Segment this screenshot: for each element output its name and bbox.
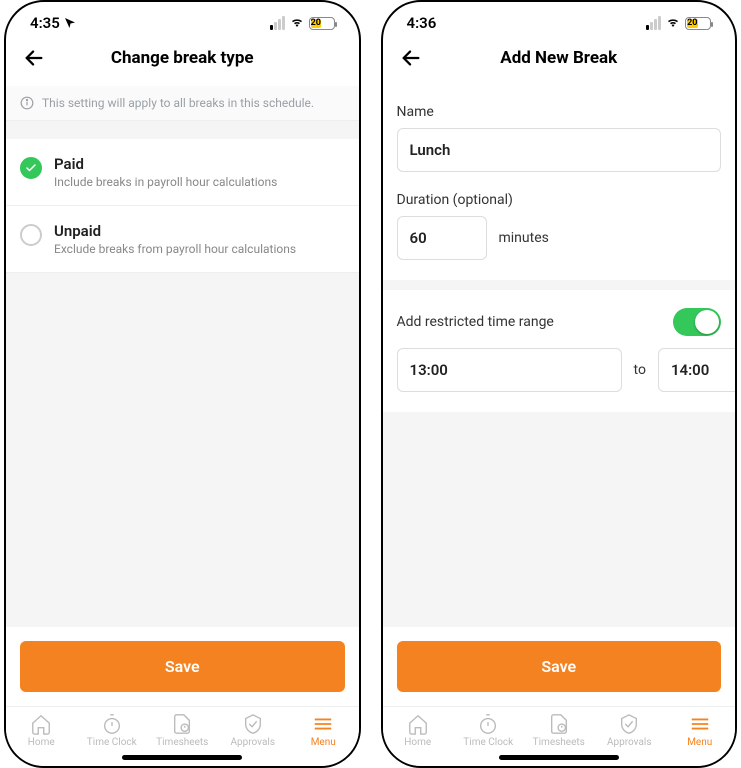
radio-unpaid[interactable] bbox=[20, 224, 42, 246]
save-area: Save bbox=[6, 627, 359, 706]
shield-check-icon bbox=[242, 713, 264, 735]
tab-approvals[interactable]: Approvals bbox=[599, 713, 659, 748]
tab-approvals[interactable]: Approvals bbox=[223, 713, 283, 748]
option-paid-desc: Include breaks in payroll hour calculati… bbox=[54, 175, 277, 189]
tab-menu-label: Menu bbox=[311, 737, 336, 748]
restricted-switch[interactable] bbox=[673, 308, 721, 336]
tab-timesheets-label: Timesheets bbox=[156, 737, 208, 748]
tab-menu[interactable]: Menu bbox=[670, 713, 730, 748]
option-paid[interactable]: Paid Include breaks in payroll hour calc… bbox=[6, 139, 359, 206]
name-section: Name bbox=[383, 86, 736, 192]
save-button[interactable]: Save bbox=[397, 641, 722, 692]
timesheet-icon bbox=[548, 713, 570, 735]
page-title: Change break type bbox=[48, 48, 345, 68]
radio-paid[interactable] bbox=[20, 157, 42, 179]
duration-section: Duration (optional) minutes bbox=[383, 192, 736, 280]
back-arrow-icon bbox=[400, 47, 422, 69]
back-button[interactable] bbox=[397, 44, 425, 72]
save-button[interactable]: Save bbox=[20, 641, 345, 692]
save-area: Save bbox=[383, 627, 736, 706]
tab-approvals-label: Approvals bbox=[607, 737, 651, 748]
cellular-icon bbox=[270, 16, 285, 30]
phone-left: 4:35 20 Change break type This setting w… bbox=[4, 0, 361, 768]
phone-right: 4:36 20 Add New Break Name Duration (opt… bbox=[381, 0, 738, 768]
stopwatch-icon bbox=[477, 713, 499, 735]
duration-label: Duration (optional) bbox=[397, 192, 722, 208]
tab-home[interactable]: Home bbox=[388, 713, 448, 748]
to-label: to bbox=[634, 362, 646, 378]
nav-header: Change break type bbox=[6, 36, 359, 86]
tab-timesheets[interactable]: Timesheets bbox=[529, 713, 589, 748]
nav-header: Add New Break bbox=[383, 36, 736, 86]
option-unpaid-desc: Exclude breaks from payroll hour calcula… bbox=[54, 242, 296, 256]
status-time: 4:36 bbox=[407, 14, 437, 32]
menu-icon bbox=[689, 713, 711, 735]
cellular-icon bbox=[646, 16, 661, 30]
time-range-row: to bbox=[383, 348, 736, 412]
tab-timesheets[interactable]: Timesheets bbox=[152, 713, 212, 748]
duration-unit: minutes bbox=[499, 230, 549, 246]
timesheet-icon bbox=[171, 713, 193, 735]
home-icon bbox=[30, 713, 52, 735]
tab-timeclock-label: Time Clock bbox=[463, 737, 513, 748]
name-input[interactable] bbox=[397, 128, 722, 172]
tab-timeclock[interactable]: Time Clock bbox=[82, 713, 142, 748]
home-indicator bbox=[122, 755, 242, 760]
shield-check-icon bbox=[618, 713, 640, 735]
restricted-toggle-row: Add restricted time range bbox=[383, 290, 736, 348]
switch-knob bbox=[695, 310, 719, 334]
page-title: Add New Break bbox=[425, 48, 722, 68]
back-button[interactable] bbox=[20, 44, 48, 72]
wifi-icon bbox=[665, 17, 681, 29]
battery-icon: 20 bbox=[685, 17, 711, 30]
wifi-icon bbox=[289, 17, 305, 29]
option-unpaid-label: Unpaid bbox=[54, 222, 296, 240]
tab-home-label: Home bbox=[28, 737, 55, 748]
info-banner: This setting will apply to all breaks in… bbox=[6, 86, 359, 121]
tab-home-label: Home bbox=[404, 737, 431, 748]
time-to-input[interactable] bbox=[658, 348, 735, 392]
info-icon bbox=[20, 96, 34, 110]
stopwatch-icon bbox=[101, 713, 123, 735]
option-unpaid[interactable]: Unpaid Exclude breaks from payroll hour … bbox=[6, 206, 359, 273]
tab-approvals-label: Approvals bbox=[231, 737, 275, 748]
option-paid-label: Paid bbox=[54, 155, 277, 173]
status-bar: 4:36 20 bbox=[383, 2, 736, 36]
status-bar: 4:35 20 bbox=[6, 2, 359, 36]
home-icon bbox=[407, 713, 429, 735]
tab-menu-label: Menu bbox=[687, 737, 712, 748]
back-arrow-icon bbox=[23, 47, 45, 69]
location-icon bbox=[64, 17, 76, 29]
duration-input[interactable] bbox=[397, 216, 487, 260]
battery-icon: 20 bbox=[309, 17, 335, 30]
tab-timesheets-label: Timesheets bbox=[533, 737, 585, 748]
restricted-label: Add restricted time range bbox=[397, 314, 554, 330]
status-time: 4:35 bbox=[30, 14, 60, 32]
content-area: Name Duration (optional) minutes Add res… bbox=[383, 86, 736, 627]
tab-timeclock-label: Time Clock bbox=[87, 737, 137, 748]
content-area: Paid Include breaks in payroll hour calc… bbox=[6, 121, 359, 627]
time-from-input[interactable] bbox=[397, 348, 622, 392]
tab-home[interactable]: Home bbox=[11, 713, 71, 748]
tab-timeclock[interactable]: Time Clock bbox=[458, 713, 518, 748]
menu-icon bbox=[312, 713, 334, 735]
tab-menu[interactable]: Menu bbox=[293, 713, 353, 748]
home-indicator bbox=[499, 755, 619, 760]
info-text: This setting will apply to all breaks in… bbox=[42, 96, 314, 110]
name-label: Name bbox=[397, 104, 722, 120]
